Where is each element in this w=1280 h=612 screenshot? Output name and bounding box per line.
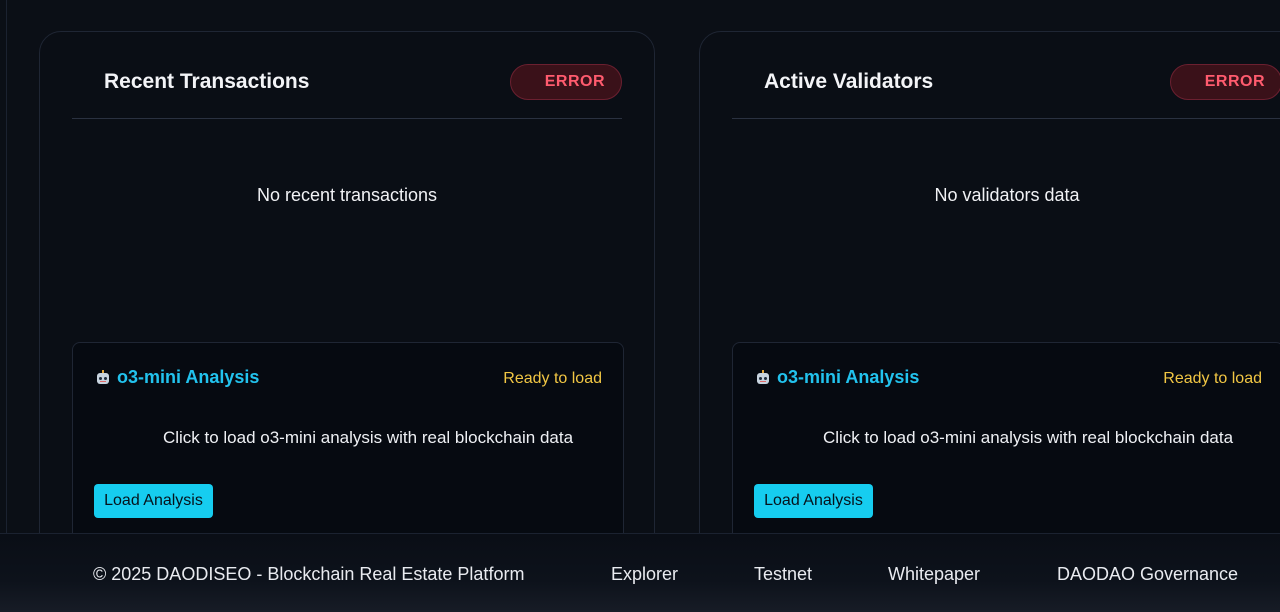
dashboard-page: Recent Transactions ERROR No recent tran… (0, 0, 1280, 612)
footer-link-whitepaper[interactable]: Whitepaper (888, 564, 980, 585)
robot-icon (95, 369, 111, 386)
analysis-title: o3-mini Analysis (95, 367, 259, 388)
footer-link-testnet[interactable]: Testnet (754, 564, 812, 585)
footer-link-explorer[interactable]: Explorer (611, 564, 678, 585)
footer: © 2025 DAODISEO - Blockchain Real Estate… (0, 533, 1280, 612)
analysis-description: Click to load o3-mini analysis with real… (162, 428, 574, 447)
load-analysis-button[interactable]: Load Analysis (94, 484, 213, 518)
empty-state-message: No validators data (934, 185, 1080, 205)
analysis-title-text: o3-mini Analysis (117, 367, 260, 387)
robot-icon (755, 369, 771, 386)
footer-copyright: © 2025 DAODISEO - Blockchain Real Estate… (93, 564, 525, 584)
load-analysis-button[interactable]: Load Analysis (754, 484, 873, 518)
status-badge: ERROR (1170, 64, 1280, 100)
analysis-status: Ready to load (503, 370, 602, 387)
analysis-status: Ready to load (1163, 370, 1262, 387)
analysis-title-text: o3-mini Analysis (777, 367, 920, 387)
recent-transactions-card: Recent Transactions ERROR No recent tran… (39, 31, 655, 602)
card-header: Active Validators ERROR (732, 32, 1280, 119)
active-validators-card: Active Validators ERROR No validators da… (699, 31, 1280, 602)
left-rail (0, 0, 7, 612)
card-title: Recent Transactions (104, 70, 310, 93)
empty-state-message: No recent transactions (256, 185, 438, 205)
card-title: Active Validators (764, 70, 934, 93)
analysis-title: o3-mini Analysis (755, 367, 919, 388)
card-header: Recent Transactions ERROR (72, 32, 622, 119)
status-badge: ERROR (510, 64, 622, 100)
analysis-description: Click to load o3-mini analysis with real… (822, 428, 1234, 447)
footer-link-daodao-governance[interactable]: DAODAO Governance (1057, 564, 1238, 585)
